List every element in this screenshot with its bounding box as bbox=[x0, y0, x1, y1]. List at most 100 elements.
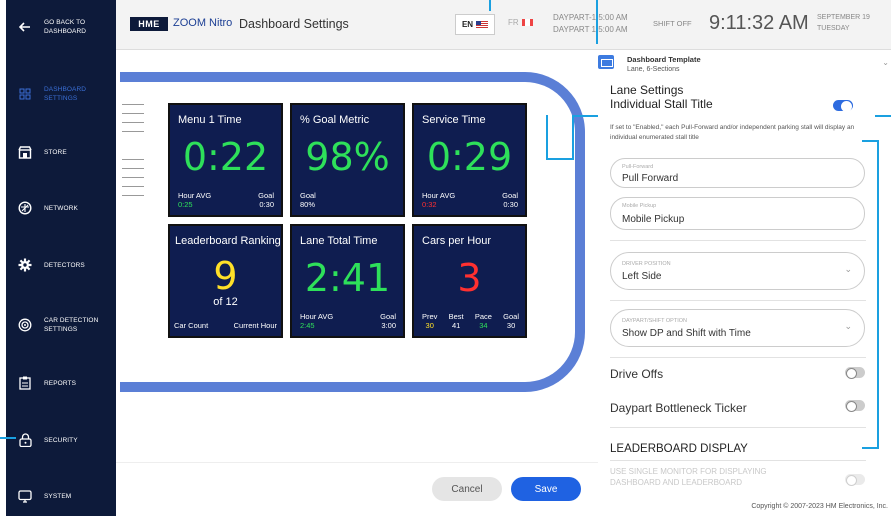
grid-icon bbox=[6, 88, 44, 100]
current-hour-label: Current Hour bbox=[233, 321, 277, 330]
target-icon bbox=[6, 318, 44, 332]
save-button[interactable]: Save bbox=[511, 477, 581, 501]
tile-cars-per-hour[interactable]: Cars per Hour 3 Prev 30 Best 41 Pace 34 Goa… bbox=[412, 224, 527, 338]
language-fr-button[interactable]: FR bbox=[508, 18, 533, 27]
network-icon bbox=[6, 201, 44, 215]
chevron-down-icon[interactable]: ⌄ bbox=[882, 58, 889, 67]
app-root: GO BACK TO DASHBOARD DASHBOARD SETTINGS … bbox=[0, 0, 891, 516]
sidebar-item-store[interactable]: STORE bbox=[6, 132, 116, 172]
tile-lane-total-time[interactable]: Lane Total Time 2:41 Hour AVG 2:45 Goal … bbox=[290, 224, 405, 338]
drive-offs-label: Drive Offs bbox=[610, 367, 664, 381]
driver-position-select[interactable]: DRIVER POSITION Left Side ⌄ bbox=[610, 252, 865, 290]
monitor-icon bbox=[6, 489, 44, 503]
stat-goal: Goal 30 bbox=[503, 312, 519, 330]
tile-value: 0:29 bbox=[426, 135, 513, 179]
tile-menu-time[interactable]: Menu 1 Time 0:22 Hour AVG 0:25 Goal 0:30 bbox=[168, 103, 283, 217]
annotation-line bbox=[0, 437, 16, 439]
arrow-left-icon bbox=[6, 22, 44, 32]
stat-value: 0:30 bbox=[503, 200, 518, 209]
annotation-line bbox=[596, 0, 598, 44]
sidebar-item-label: DASHBOARD SETTINGS bbox=[44, 86, 87, 102]
annotation-line bbox=[877, 140, 879, 449]
daypart-line-2: DAYPART 1 5:00 AM bbox=[553, 25, 628, 34]
annotation-line bbox=[862, 140, 878, 142]
page-title: Dashboard Settings bbox=[239, 17, 349, 31]
stat-label: Goal bbox=[300, 191, 316, 200]
template-name[interactable]: Dashboard Template bbox=[627, 55, 701, 64]
date-display: SEPTEMBER 19 TUESDAY bbox=[817, 12, 870, 34]
divider bbox=[610, 357, 866, 358]
sidebar-item-label: GO BACK TO DASHBOARD bbox=[44, 19, 87, 35]
field-label: DRIVER POSITION bbox=[622, 261, 671, 267]
tile-value: 98% bbox=[305, 135, 390, 179]
tile-goal-metric[interactable]: % Goal Metric 98% Goal 80% bbox=[290, 103, 405, 217]
mobile-pickup-field[interactable]: Mobile Pickup Mobile Pickup bbox=[610, 197, 865, 230]
clock: 9:11:32 AM bbox=[709, 12, 809, 34]
dashboard-tiles: Menu 1 Time 0:22 Hour AVG 0:25 Goal 0:30… bbox=[168, 103, 533, 338]
annotation-line bbox=[546, 115, 548, 160]
drive-offs-toggle[interactable] bbox=[845, 367, 865, 379]
field-value: Show DP and Shift with Time bbox=[622, 328, 751, 339]
tile-title: Menu 1 Time bbox=[178, 114, 242, 126]
pull-forward-field[interactable]: Pull-Forward Pull Forward bbox=[610, 158, 865, 188]
cancel-button[interactable]: Cancel bbox=[432, 477, 502, 501]
stat-value: 3:00 bbox=[381, 321, 396, 330]
sidebar-item-detectors[interactable]: DETECTORS bbox=[6, 245, 116, 285]
chevron-down-icon: ⌄ bbox=[844, 264, 852, 274]
field-value: Pull Forward bbox=[622, 173, 679, 184]
tile-title: Service Time bbox=[422, 114, 486, 126]
sidebar-item-system[interactable]: SYSTEM bbox=[6, 476, 116, 516]
leaderboard-display-heading: LEADERBOARD DISPLAY bbox=[610, 443, 748, 455]
field-label: Pull-Forward bbox=[622, 164, 654, 170]
sidebar-item-label: SECURITY bbox=[44, 436, 78, 444]
store-icon bbox=[6, 145, 44, 159]
copyright: Copyright © 2007-2023 HM Electronics, In… bbox=[751, 503, 888, 510]
stat-label: Hour AVG bbox=[422, 191, 456, 200]
field-value: Mobile Pickup bbox=[622, 214, 685, 225]
single-monitor-toggle[interactable] bbox=[845, 474, 865, 486]
sidebar-item-network[interactable]: NETWORK bbox=[6, 188, 116, 228]
stat-label: Best bbox=[448, 312, 464, 321]
divider bbox=[610, 460, 866, 461]
canada-flag-icon bbox=[521, 19, 533, 26]
annotation-line bbox=[862, 447, 878, 449]
single-monitor-label: USE SINGLE MONITOR FOR DISPLAYING DASHBO… bbox=[610, 467, 767, 487]
rank-of-total: of 12 bbox=[213, 296, 238, 308]
sidebar-item-dashboard-settings[interactable]: DASHBOARD SETTINGS bbox=[6, 74, 116, 114]
stall-title-help: If set to "Enabled," each Pull-Forward a… bbox=[610, 124, 855, 141]
stat-label: Pace bbox=[474, 312, 492, 321]
tile-left-stat: Hour AVG 0:32 bbox=[422, 191, 455, 209]
individual-stall-title-toggle[interactable] bbox=[833, 100, 853, 112]
sidebar-item-security[interactable]: SECURITY bbox=[6, 420, 116, 460]
language-en-button[interactable]: EN bbox=[455, 14, 495, 35]
sidebar-item-reports[interactable]: REPORTS bbox=[6, 363, 116, 403]
stat-value: 0:32 bbox=[422, 200, 437, 209]
tile-title: % Goal Metric bbox=[300, 114, 370, 126]
tile-leaderboard-ranking[interactable]: Leaderboard Ranking 9 of 12 Car Count Cu… bbox=[168, 224, 283, 338]
tile-left-stat: Goal 80% bbox=[300, 191, 316, 209]
tile-right-stat: Goal 3:00 bbox=[380, 312, 396, 330]
tile-left-stat: Hour AVG 2:45 bbox=[300, 312, 333, 330]
chevron-down-icon: ⌄ bbox=[844, 321, 852, 331]
stat-value: 34 bbox=[479, 321, 488, 330]
lang-en-label: EN bbox=[461, 20, 474, 29]
brand-name: ZOOM Nitro bbox=[173, 17, 233, 29]
hme-logo: HME bbox=[130, 17, 168, 31]
sidebar-item-label: DETECTORS bbox=[44, 261, 85, 269]
stat-prev: Prev 30 bbox=[422, 312, 437, 330]
template-subtitle: Lane, 6-Sections bbox=[627, 66, 680, 73]
tile-service-time[interactable]: Service Time 0:29 Hour AVG 0:32 Goal 0:3… bbox=[412, 103, 527, 217]
lang-fr-label: FR bbox=[508, 18, 519, 27]
stat-value: 41 bbox=[451, 321, 461, 330]
tile-title: Cars per Hour bbox=[422, 235, 492, 247]
daypart-shift-select[interactable]: DAYPART/SHIFT OPTION Show DP and Shift w… bbox=[610, 309, 865, 347]
tile-right-stat: Goal 0:30 bbox=[502, 191, 518, 209]
stat-label: Goal bbox=[502, 191, 518, 200]
date-line: SEPTEMBER 19 bbox=[817, 14, 870, 21]
tile-right-stat: Goal 0:30 bbox=[258, 191, 274, 209]
sidebar-item-back[interactable]: GO BACK TO DASHBOARD bbox=[6, 7, 116, 47]
stat-value: 0:30 bbox=[259, 200, 274, 209]
field-label: DAYPART/SHIFT OPTION bbox=[622, 318, 687, 324]
bottleneck-ticker-toggle[interactable] bbox=[845, 400, 865, 412]
sidebar-item-car-detection[interactable]: CAR DETECTION SETTINGS bbox=[6, 305, 116, 345]
